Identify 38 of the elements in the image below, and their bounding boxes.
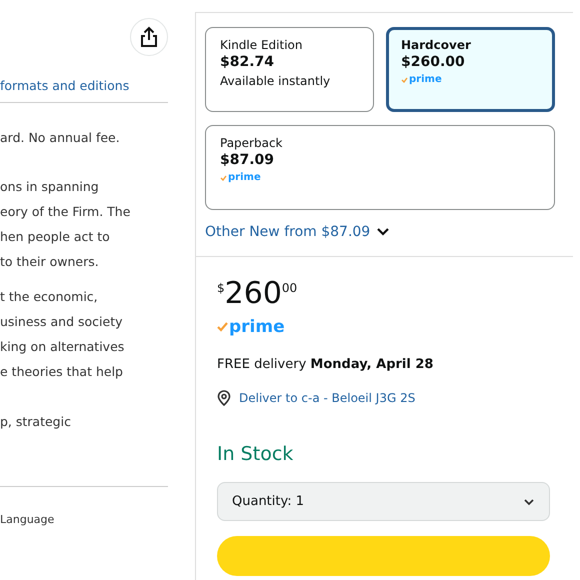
description-line: hen people act to (0, 228, 111, 246)
stock-status: In Stock (217, 443, 294, 465)
card-offer-text: ard. No annual fee. (0, 129, 121, 147)
prime-label: prime (228, 172, 261, 183)
format-option[interactable]: Kindle Edition $82.74 Available instantly (205, 27, 374, 112)
quantity-dropdown[interactable]: Quantity: 1 (217, 482, 550, 521)
chevron-down-icon (523, 498, 535, 506)
format-name: Hardcover (401, 38, 472, 52)
share-button[interactable] (130, 18, 168, 56)
prime-label: prime (409, 74, 442, 85)
location-pin-icon (217, 390, 231, 406)
format-price: $82.74 (220, 54, 276, 70)
description-line: to their owners. (0, 253, 100, 271)
description-line: e theories that help (0, 363, 124, 381)
description-line: ons in spanning (0, 178, 100, 196)
delivery-text: FREE delivery Monday, April 28 (217, 357, 434, 372)
share-icon (139, 26, 159, 48)
format-price: $87.09 (220, 152, 276, 168)
prime-label: prime (229, 317, 285, 337)
description-line: usiness and society (0, 313, 124, 331)
check-icon (220, 174, 227, 180)
description-line: eory of the Firm. The (0, 203, 132, 221)
format-note: Available instantly (220, 74, 332, 88)
description-line: t the economic, (0, 288, 99, 306)
check-icon (401, 76, 408, 82)
description-line: king on alternatives (0, 338, 126, 356)
deliver-to-link[interactable]: Deliver to c-a - Beloeil J3G 2S (239, 391, 416, 405)
formats-link[interactable]: formats and editions (0, 78, 168, 93)
format-option[interactable]: Hardcover $260.00 prime (386, 27, 555, 112)
format-name: Kindle Edition (220, 38, 304, 52)
check-icon (217, 322, 228, 332)
other-new-link[interactable]: Other New from $87.09 (205, 224, 370, 240)
description-line: p, strategic (0, 413, 72, 431)
format-option[interactable]: Paperback $87.09 prime (205, 125, 555, 210)
detail-label: Language (0, 513, 56, 526)
format-name: Paperback (220, 136, 284, 150)
chevron-down-icon (376, 227, 390, 237)
format-price: $260.00 (401, 54, 466, 70)
